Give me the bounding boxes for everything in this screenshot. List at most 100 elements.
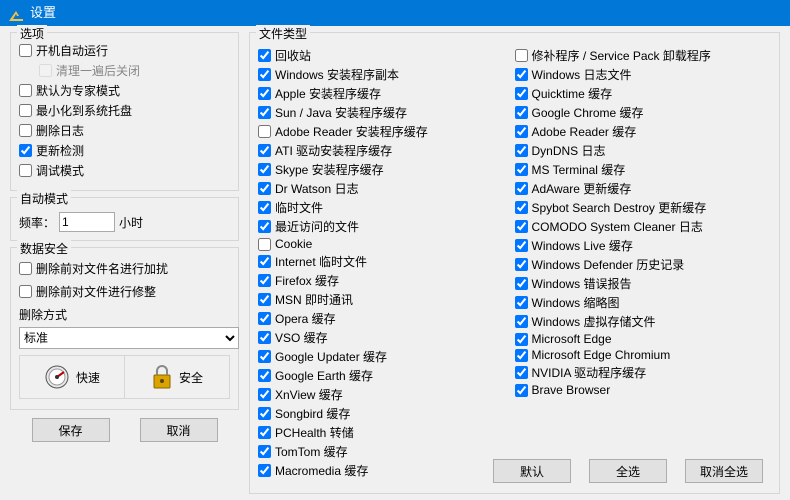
filetype-b-14[interactable]: Windows 虚拟存储文件 xyxy=(515,313,772,330)
filetype-a-17-checkbox[interactable] xyxy=(258,369,271,382)
filetype-a-22-checkbox[interactable] xyxy=(258,464,271,477)
delete-method-select[interactable]: 标准 xyxy=(19,327,239,349)
filetype-b-18-checkbox[interactable] xyxy=(515,384,528,397)
filetype-b-6-checkbox[interactable] xyxy=(515,163,528,176)
filetype-a-14-checkbox[interactable] xyxy=(258,312,271,325)
freq-input[interactable] xyxy=(59,212,115,232)
default-button[interactable]: 默认 xyxy=(493,459,571,483)
filetype-b-13-checkbox[interactable] xyxy=(515,296,528,309)
filetype-a-21[interactable]: TomTom 缓存 xyxy=(258,443,515,460)
filetype-a-9[interactable]: 最近访问的文件 xyxy=(258,218,515,235)
filetype-b-8-checkbox[interactable] xyxy=(515,201,528,214)
filetype-b-9-checkbox[interactable] xyxy=(515,220,528,233)
filetype-a-19[interactable]: Songbird 缓存 xyxy=(258,405,515,422)
filetype-a-5[interactable]: ATI 驱动安装程序缓存 xyxy=(258,142,515,159)
filetype-a-13-checkbox[interactable] xyxy=(258,293,271,306)
filetype-a-4[interactable]: Adobe Reader 安装程序缓存 xyxy=(258,123,515,140)
filetype-b-10[interactable]: Windows Live 缓存 xyxy=(515,237,772,254)
sec-option-1-checkbox[interactable] xyxy=(19,285,32,298)
filetype-a-8[interactable]: 临时文件 xyxy=(258,199,515,216)
filetype-a-18[interactable]: XnView 缓存 xyxy=(258,386,515,403)
filetype-a-6[interactable]: Skype 安装程序缓存 xyxy=(258,161,515,178)
filetype-b-0[interactable]: 修补程序 / Service Pack 卸载程序 xyxy=(515,47,772,64)
filetype-a-6-checkbox[interactable] xyxy=(258,163,271,176)
option-5[interactable]: 更新检测 xyxy=(19,142,230,159)
filetype-a-0[interactable]: 回收站 xyxy=(258,47,515,64)
sec-option-0[interactable]: 删除前对文件名进行加扰 xyxy=(19,260,230,277)
filetype-a-21-checkbox[interactable] xyxy=(258,445,271,458)
filetype-b-11-checkbox[interactable] xyxy=(515,258,528,271)
filetype-a-5-checkbox[interactable] xyxy=(258,144,271,157)
filetype-b-15[interactable]: Microsoft Edge xyxy=(515,332,772,346)
filetype-b-7-checkbox[interactable] xyxy=(515,182,528,195)
filetype-a-22[interactable]: Macromedia 缓存 xyxy=(258,462,515,479)
filetype-b-0-checkbox[interactable] xyxy=(515,49,528,62)
filetype-a-20-checkbox[interactable] xyxy=(258,426,271,439)
filetype-a-15-checkbox[interactable] xyxy=(258,331,271,344)
filetype-a-2[interactable]: Apple 安装程序缓存 xyxy=(258,85,515,102)
filetype-b-5[interactable]: DynDNS 日志 xyxy=(515,142,772,159)
filetype-a-3[interactable]: Sun / Java 安装程序缓存 xyxy=(258,104,515,121)
filetype-a-20[interactable]: PCHealth 转储 xyxy=(258,424,515,441)
filetype-b-5-checkbox[interactable] xyxy=(515,144,528,157)
option-2-checkbox[interactable] xyxy=(19,84,32,97)
speed-safe[interactable]: 安全 xyxy=(124,356,229,398)
cancel-button[interactable]: 取消 xyxy=(140,418,218,442)
filetype-a-10-checkbox[interactable] xyxy=(258,238,271,251)
filetype-b-12-checkbox[interactable] xyxy=(515,277,528,290)
save-button[interactable]: 保存 xyxy=(32,418,110,442)
option-3-checkbox[interactable] xyxy=(19,104,32,117)
sec-option-0-checkbox[interactable] xyxy=(19,262,32,275)
filetype-a-10[interactable]: Cookie xyxy=(258,237,515,251)
filetype-a-8-checkbox[interactable] xyxy=(258,201,271,214)
filetype-b-4-checkbox[interactable] xyxy=(515,125,528,138)
filetype-a-0-checkbox[interactable] xyxy=(258,49,271,62)
filetype-a-14[interactable]: Opera 缓存 xyxy=(258,310,515,327)
filetype-b-3[interactable]: Google Chrome 缓存 xyxy=(515,104,772,121)
filetype-a-7-checkbox[interactable] xyxy=(258,182,271,195)
filetype-b-1[interactable]: Windows 日志文件 xyxy=(515,66,772,83)
filetype-a-19-checkbox[interactable] xyxy=(258,407,271,420)
filetype-a-4-checkbox[interactable] xyxy=(258,125,271,138)
deselect-all-button[interactable]: 取消全选 xyxy=(685,459,763,483)
filetype-b-4[interactable]: Adobe Reader 缓存 xyxy=(515,123,772,140)
option-4-checkbox[interactable] xyxy=(19,124,32,137)
filetype-b-12[interactable]: Windows 错误报告 xyxy=(515,275,772,292)
filetype-b-16-checkbox[interactable] xyxy=(515,349,528,362)
sec-option-1[interactable]: 删除前对文件进行修整 xyxy=(19,283,230,300)
filetype-b-14-checkbox[interactable] xyxy=(515,315,528,328)
filetype-a-2-checkbox[interactable] xyxy=(258,87,271,100)
filetype-a-11[interactable]: Internet 临时文件 xyxy=(258,253,515,270)
option-1-checkbox[interactable] xyxy=(39,64,52,77)
filetype-b-2[interactable]: Quicktime 缓存 xyxy=(515,85,772,102)
speed-fast[interactable]: 快速 xyxy=(20,356,124,398)
option-3[interactable]: 最小化到系统托盘 xyxy=(19,102,230,119)
filetype-b-1-checkbox[interactable] xyxy=(515,68,528,81)
filetype-a-7[interactable]: Dr Watson 日志 xyxy=(258,180,515,197)
filetype-a-12[interactable]: Firefox 缓存 xyxy=(258,272,515,289)
filetype-b-17-checkbox[interactable] xyxy=(515,366,528,379)
filetype-b-13[interactable]: Windows 缩略图 xyxy=(515,294,772,311)
filetype-b-8[interactable]: Spybot Search Destroy 更新缓存 xyxy=(515,199,772,216)
filetype-b-2-checkbox[interactable] xyxy=(515,87,528,100)
filetype-b-16[interactable]: Microsoft Edge Chromium xyxy=(515,348,772,362)
select-all-button[interactable]: 全选 xyxy=(589,459,667,483)
option-2[interactable]: 默认为专家模式 xyxy=(19,82,230,99)
filetype-a-1-checkbox[interactable] xyxy=(258,68,271,81)
filetype-b-11[interactable]: Windows Defender 历史记录 xyxy=(515,256,772,273)
filetype-a-1[interactable]: Windows 安装程序副本 xyxy=(258,66,515,83)
filetype-b-15-checkbox[interactable] xyxy=(515,333,528,346)
filetype-b-18[interactable]: Brave Browser xyxy=(515,383,772,397)
option-0-checkbox[interactable] xyxy=(19,44,32,57)
option-1[interactable]: 清理一遍后关闭 xyxy=(39,62,230,79)
option-5-checkbox[interactable] xyxy=(19,144,32,157)
filetype-b-17[interactable]: NVIDIA 驱动程序缓存 xyxy=(515,364,772,381)
filetype-b-3-checkbox[interactable] xyxy=(515,106,528,119)
option-6[interactable]: 调试模式 xyxy=(19,162,230,179)
filetype-a-3-checkbox[interactable] xyxy=(258,106,271,119)
filetype-b-7[interactable]: AdAware 更新缓存 xyxy=(515,180,772,197)
filetype-a-16[interactable]: Google Updater 缓存 xyxy=(258,348,515,365)
filetype-a-17[interactable]: Google Earth 缓存 xyxy=(258,367,515,384)
filetype-a-9-checkbox[interactable] xyxy=(258,220,271,233)
filetype-a-15[interactable]: VSO 缓存 xyxy=(258,329,515,346)
